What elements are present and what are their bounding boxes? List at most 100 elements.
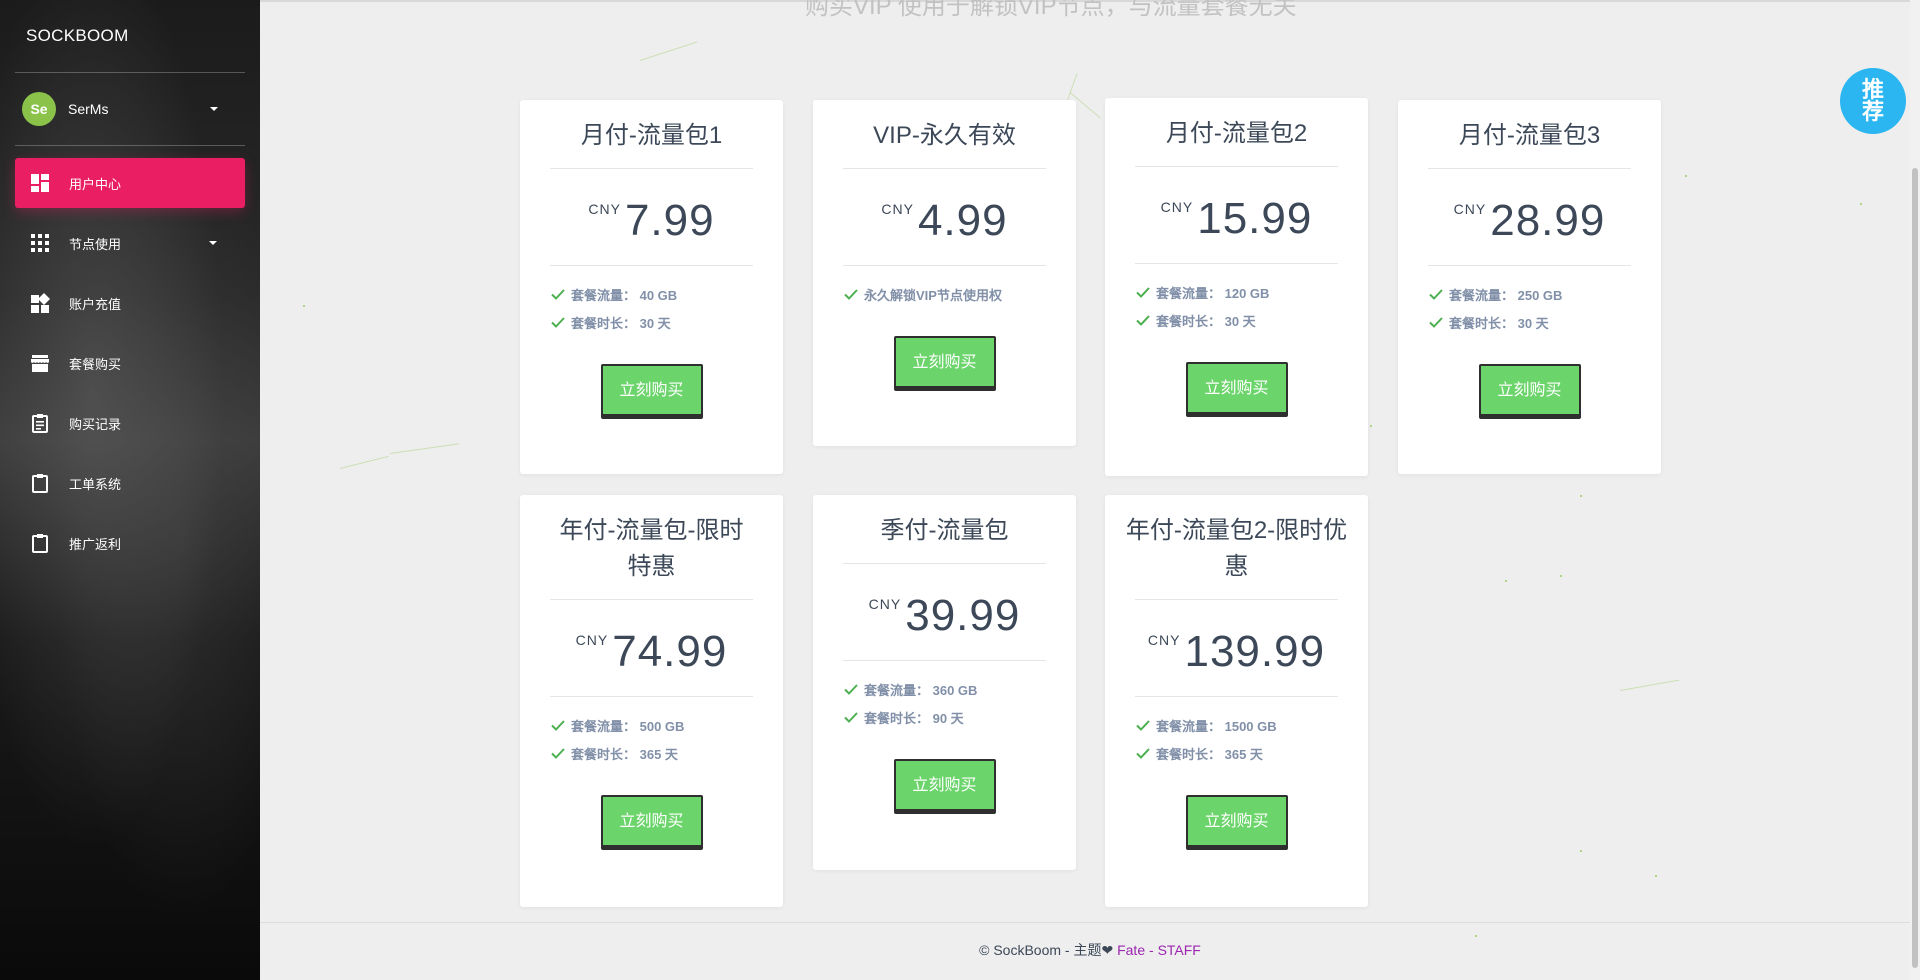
sidebar-item-label: 工单系统 — [69, 476, 122, 492]
divider — [1135, 166, 1338, 167]
feature-text: 套餐时长： 365 天 — [1156, 746, 1263, 762]
feature-text: 套餐流量： 250 GB — [1449, 287, 1563, 303]
plan-title: 月付-流量包2 — [1165, 120, 1308, 147]
sidebar-item-tickets[interactable]: 工单系统 — [15, 458, 245, 508]
feature-item: 永久解锁VIP节点使用权 — [843, 280, 1076, 308]
sidebar-item-label: 账户充值 — [69, 296, 122, 312]
feature-list: 套餐流量： 500 GB 套餐时长： 365 天 — [520, 697, 783, 767]
brand-logo[interactable]: SOCKBOOM — [0, 0, 260, 72]
sidebar-menu: 用户中心 节点使用 账户充值 套餐购买 购买记录 工单系统 推广返利 — [0, 158, 260, 568]
check-icon — [551, 317, 565, 328]
sidebar-item-label: 套餐购买 — [69, 356, 122, 372]
buy-now-button[interactable]: 立刻购买 — [893, 759, 996, 811]
particle-line — [389, 443, 460, 454]
plan-title: 年付-流量包2-限时优惠 — [1125, 517, 1348, 580]
sidebar-item-label: 用户中心 — [69, 176, 122, 192]
sidebar-item-node-usage[interactable]: 节点使用 — [15, 218, 245, 268]
page-subtitle: 购买VIP 使用于解锁VIP节点，与流量套餐无关 — [805, 0, 1297, 20]
check-icon — [1136, 748, 1150, 759]
feature-text: 套餐时长： 30 天 — [1449, 315, 1549, 331]
scrollbar-thumb[interactable] — [1912, 168, 1918, 968]
plan-card: 年付-流量包2-限时优惠 CNY 139.99 套餐流量： 1500 GB 套餐… — [1105, 495, 1368, 907]
particle-dot — [1685, 175, 1687, 177]
footer-link-staff[interactable]: STAFF — [1158, 942, 1201, 958]
price-value: 7.99 — [624, 196, 715, 245]
feature-text: 套餐时长： 90 天 — [864, 710, 964, 726]
feature-list: 套餐流量： 1500 GB 套餐时长： 365 天 — [1105, 697, 1368, 767]
buy-now-button[interactable]: 立刻购买 — [1478, 364, 1581, 416]
plan-price: CNY 39.99 — [813, 594, 1076, 642]
plan-card: VIP-永久有效 CNY 4.99 永久解锁VIP节点使用权 立刻购买 — [813, 100, 1076, 446]
check-icon — [551, 748, 565, 759]
sidebar-item-recharge[interactable]: 账户充值 — [15, 278, 245, 328]
price-value: 74.99 — [612, 627, 728, 676]
plan-title: 月付-流量包3 — [1458, 122, 1601, 149]
sidebar-item-shop[interactable]: 套餐购买 — [15, 338, 245, 388]
feature-item: 套餐流量： 250 GB — [1428, 280, 1661, 308]
clipboard-icon — [29, 532, 51, 554]
feature-item: 套餐流量： 120 GB — [1135, 278, 1368, 306]
buy-now-button[interactable]: 立刻购买 — [600, 364, 703, 416]
check-icon — [844, 712, 858, 723]
price-value: 15.99 — [1197, 194, 1313, 243]
vertical-scrollbar[interactable] — [1910, 0, 1920, 980]
plan-card: 月付-流量包3 CNY 28.99 套餐流量： 250 GB 套餐时长： 30 … — [1398, 100, 1661, 474]
plan-title: 月付-流量包1 — [580, 122, 723, 149]
plan-price: CNY 28.99 — [1398, 199, 1661, 247]
divider — [15, 145, 245, 146]
feature-item: 套餐时长： 365 天 — [550, 739, 783, 767]
price-value: 4.99 — [917, 196, 1008, 245]
clipboard-icon — [29, 472, 51, 494]
check-icon — [551, 289, 565, 300]
divider — [260, 922, 1920, 923]
footer: © SockBoom - 主题❤ Fate - STAFF — [260, 940, 1920, 960]
plan-title: 季付-流量包 — [880, 517, 1009, 544]
feature-text: 永久解锁VIP节点使用权 — [864, 287, 1002, 303]
footer-link-fate[interactable]: Fate — [1117, 942, 1145, 958]
feature-item: 套餐流量： 40 GB — [550, 280, 783, 308]
particle-dot — [1580, 850, 1582, 852]
avatar: Se — [22, 92, 56, 126]
price-value: 28.99 — [1490, 196, 1606, 245]
store-icon — [29, 352, 51, 374]
particle-dot — [1560, 575, 1562, 577]
sidebar-item-referral[interactable]: 推广返利 — [15, 518, 245, 568]
particle-line — [339, 455, 389, 469]
feature-text: 套餐流量： 500 GB — [571, 718, 685, 734]
user-menu[interactable]: Se SerMs — [0, 73, 260, 145]
currency-label: CNY — [575, 632, 609, 648]
recommended-badge: 推 荐 — [1840, 68, 1906, 134]
sidebar-item-user-center[interactable]: 用户中心 — [15, 158, 245, 208]
sidebar: SOCKBOOM Se SerMs 用户中心 节点使用 账户充值 套餐购买 购买… — [0, 0, 260, 980]
feature-item: 套餐时长： 30 天 — [1428, 308, 1661, 336]
heart-icon: ❤ — [1101, 942, 1114, 958]
plan-price: CNY 15.99 — [1105, 197, 1368, 245]
check-icon — [1136, 315, 1150, 326]
feature-list: 套餐流量： 360 GB 套餐时长： 90 天 — [813, 661, 1076, 731]
divider — [843, 168, 1046, 169]
sidebar-item-purchase-history[interactable]: 购买记录 — [15, 398, 245, 448]
particle-dot — [1860, 203, 1862, 205]
main-content: 购买VIP 使用于解锁VIP节点，与流量套餐无关 推 荐 月付-流量包1 CNY… — [260, 0, 1920, 980]
footer-separator: - — [1145, 942, 1158, 958]
plan-card: 月付-流量包1 CNY 7.99 套餐流量： 40 GB 套餐时长： 30 天 … — [520, 100, 783, 474]
currency-label: CNY — [588, 201, 621, 217]
buy-now-button[interactable]: 立刻购买 — [1185, 795, 1288, 847]
price-value: 139.99 — [1184, 627, 1326, 676]
apps-grid-icon — [29, 232, 51, 254]
price-value: 39.99 — [905, 591, 1021, 640]
divider — [550, 168, 753, 169]
feature-text: 套餐流量： 1500 GB — [1156, 718, 1277, 734]
assignment-icon — [29, 412, 51, 434]
check-icon — [844, 289, 858, 300]
buy-now-button[interactable]: 立刻购买 — [1185, 362, 1288, 414]
currency-label: CNY — [1453, 201, 1487, 217]
plan-price: CNY 7.99 — [520, 199, 783, 247]
buy-now-button[interactable]: 立刻购买 — [893, 336, 996, 388]
divider — [1135, 599, 1338, 600]
sidebar-item-label: 推广返利 — [69, 536, 122, 552]
plan-price: CNY 74.99 — [520, 630, 783, 678]
feature-item: 套餐时长： 90 天 — [843, 703, 1076, 731]
buy-now-button[interactable]: 立刻购买 — [600, 795, 703, 847]
plan-price: CNY 139.99 — [1105, 630, 1368, 678]
